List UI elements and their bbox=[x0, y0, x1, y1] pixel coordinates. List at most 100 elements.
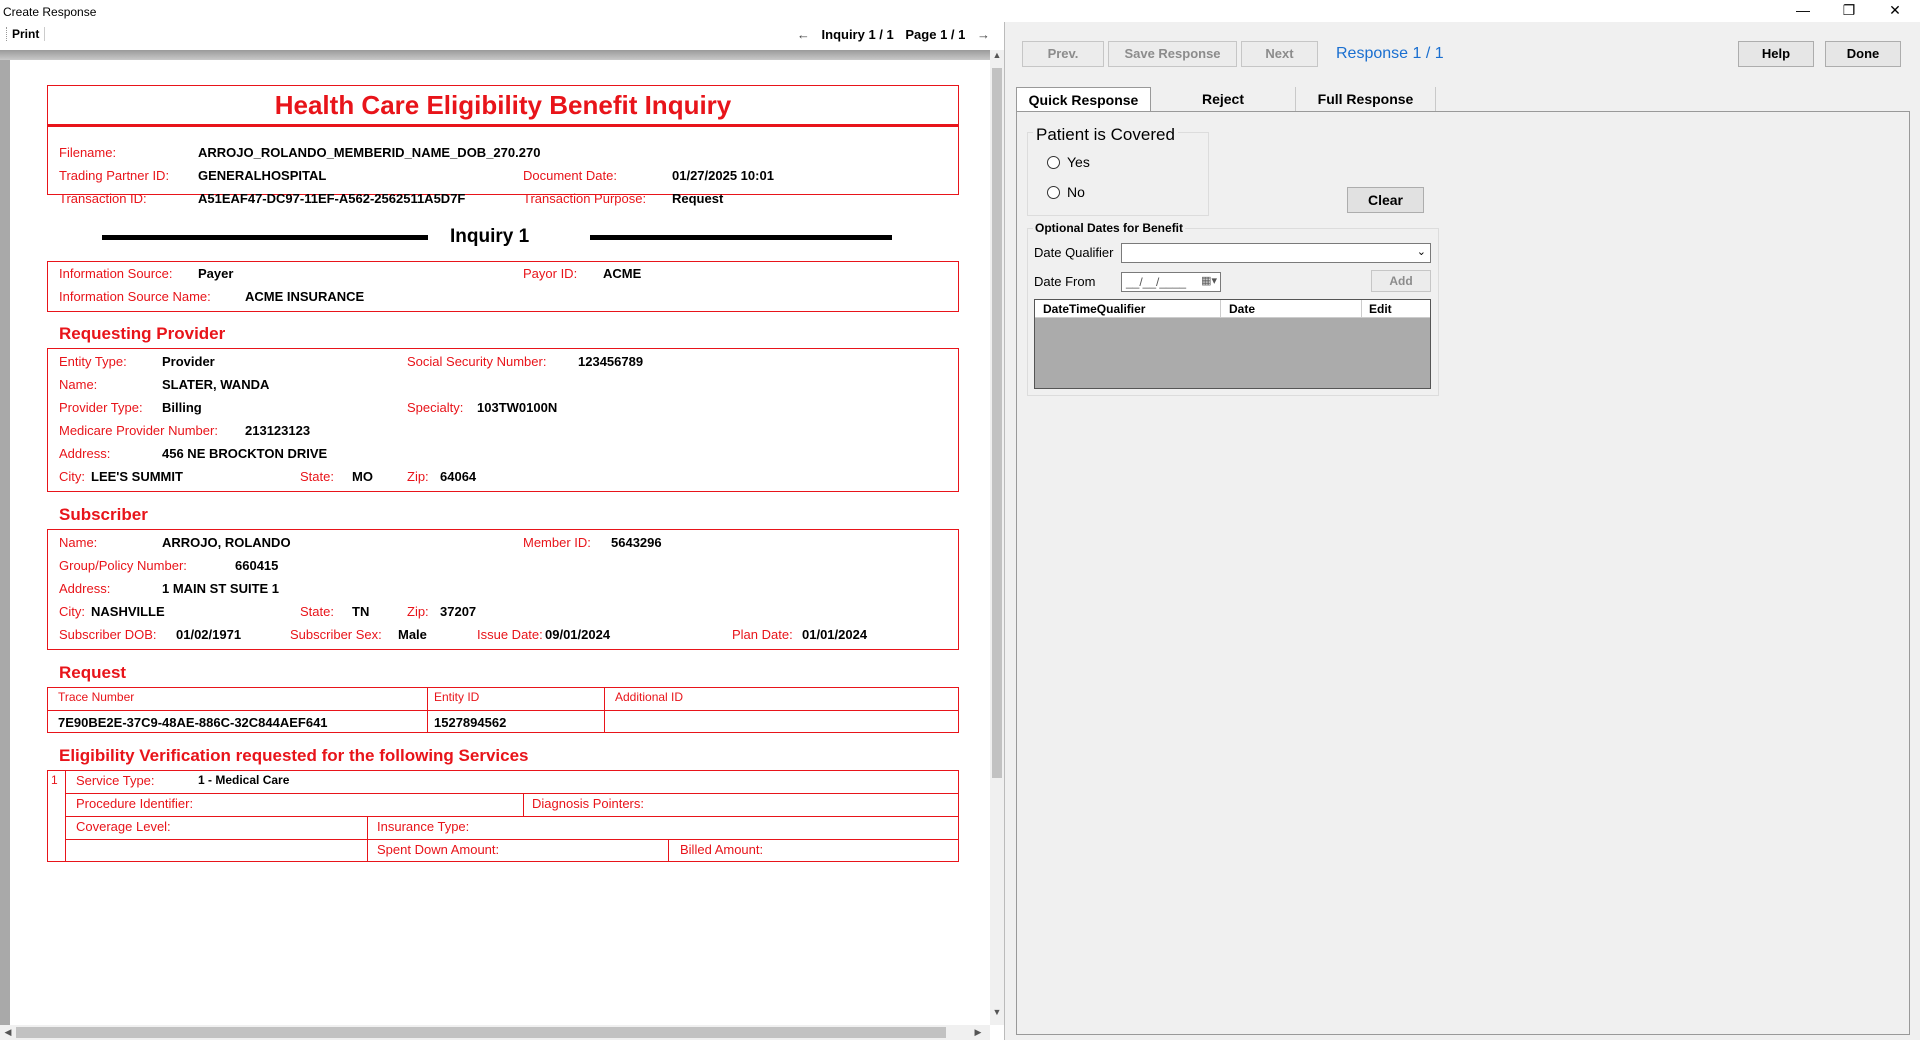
subscriber-name-label: Name: bbox=[59, 535, 98, 550]
provider-city-value: LEE'S SUMMIT bbox=[91, 469, 183, 484]
request-table-row-divider bbox=[47, 710, 959, 711]
services-heading: Eligibility Verification requested for t… bbox=[59, 746, 529, 765]
dates-grid: DateTimeQualifier Date Edit bbox=[1034, 299, 1431, 389]
requesting-provider-heading: Requesting Provider bbox=[59, 324, 226, 343]
transaction-id-value: A51EAF47-DC97-11EF-A562-2562511A5D7F bbox=[198, 191, 466, 206]
column-edit[interactable]: Edit bbox=[1369, 302, 1392, 316]
scroll-right-icon[interactable]: ▶ bbox=[970, 1025, 986, 1040]
provider-entity-type-label: Entity Type: bbox=[59, 354, 127, 369]
next-inquiry-arrow-icon[interactable]: → bbox=[977, 27, 990, 42]
no-radio-label[interactable]: No bbox=[1067, 184, 1085, 200]
title-underline bbox=[47, 124, 959, 127]
date-from-input[interactable]: __/__/____ ▦▾ bbox=[1121, 272, 1221, 292]
subscriber-zip-value: 37207 bbox=[440, 604, 477, 619]
calendar-dropdown-icon[interactable]: ▦▾ bbox=[1201, 274, 1217, 287]
information-source-name-value: ACME INSURANCE bbox=[245, 289, 365, 304]
provider-ssn-label: Social Security Number: bbox=[407, 354, 547, 369]
done-button[interactable]: Done bbox=[1825, 41, 1901, 67]
clear-button[interactable]: Clear bbox=[1347, 187, 1424, 213]
scroll-up-icon[interactable]: ▲ bbox=[990, 50, 1004, 66]
print-button[interactable]: Print bbox=[6, 27, 46, 41]
tab-quick-response[interactable]: Quick Response bbox=[1016, 87, 1151, 111]
service-row-number: 1 bbox=[51, 773, 58, 787]
provider-type-value: Billing bbox=[162, 400, 202, 415]
add-date-button[interactable]: Add bbox=[1371, 270, 1431, 292]
subscriber-city-value: NASHVILLE bbox=[91, 604, 165, 619]
services-col-divider-b bbox=[367, 816, 368, 862]
document-date-value: 01/27/2025 10:01 bbox=[672, 168, 774, 183]
services-row-divider-2 bbox=[65, 816, 959, 817]
report-vertical-scrollbar[interactable]: ▲ ▼ bbox=[990, 50, 1004, 1025]
response-counter: Response 1 / 1 bbox=[1336, 45, 1444, 62]
subscriber-address-label: Address: bbox=[59, 581, 111, 596]
additional-id-header: Additional ID bbox=[615, 690, 684, 704]
provider-zip-label: Zip: bbox=[407, 469, 429, 484]
help-button[interactable]: Help bbox=[1738, 41, 1814, 67]
save-response-button[interactable]: Save Response bbox=[1108, 41, 1237, 67]
requesting-provider-box bbox=[47, 348, 959, 492]
transaction-id-label: Transaction ID: bbox=[59, 191, 147, 206]
provider-city-label: City: bbox=[59, 469, 85, 484]
previous-inquiry-arrow-icon[interactable]: ← bbox=[797, 27, 810, 42]
date-qualifier-select[interactable]: ⌄ bbox=[1121, 243, 1431, 263]
report-title: Health Care Eligibility Benefit Inquiry bbox=[274, 90, 732, 120]
information-source-label: Information Source: bbox=[59, 266, 173, 281]
spent-down-amount-label: Spent Down Amount: bbox=[377, 842, 500, 857]
chevron-down-icon[interactable]: ⌄ bbox=[1417, 245, 1426, 258]
plan-date-label: Plan Date: bbox=[732, 627, 793, 642]
service-type-value: 1 - Medical Care bbox=[198, 773, 290, 787]
provider-state-value: MO bbox=[352, 469, 373, 484]
coverage-level-label: Coverage Level: bbox=[76, 819, 171, 834]
scroll-left-icon[interactable]: ◀ bbox=[0, 1025, 16, 1040]
subscriber-sex-label: Subscriber Sex: bbox=[290, 627, 382, 642]
date-qualifier-label: Date Qualifier bbox=[1034, 245, 1114, 260]
vertical-scroll-thumb[interactable] bbox=[992, 68, 1002, 778]
provider-specialty-label: Specialty: bbox=[407, 400, 464, 415]
inquiry-rule-left bbox=[102, 235, 428, 240]
prev-button[interactable]: Prev. bbox=[1022, 41, 1104, 67]
trace-number-value: 7E90BE2E-37C9-48AE-886C-32C844AEF641 bbox=[58, 715, 328, 730]
information-source-value: Payer bbox=[198, 266, 234, 281]
provider-address-value: 456 NE BROCKTON DRIVE bbox=[162, 446, 328, 461]
yes-radio[interactable] bbox=[1047, 156, 1060, 169]
trading-partner-value: GENERALHOSPITAL bbox=[198, 168, 327, 183]
filename-label: Filename: bbox=[59, 145, 117, 160]
close-icon[interactable]: ✕ bbox=[1872, 0, 1918, 22]
issue-date-label: Issue Date: bbox=[477, 627, 543, 642]
provider-address-label: Address: bbox=[59, 446, 111, 461]
report-toolbar: Print ← Inquiry 1 / 1 Page 1 / 1 → bbox=[0, 22, 1002, 48]
yes-radio-label[interactable]: Yes bbox=[1067, 154, 1090, 170]
tab-full-response[interactable]: Full Response bbox=[1296, 87, 1436, 111]
subscriber-dob-value: 01/02/1971 bbox=[176, 627, 242, 642]
document-date-label: Document Date: bbox=[523, 168, 617, 183]
insurance-type-label: Insurance Type: bbox=[377, 819, 470, 834]
horizontal-scroll-thumb[interactable] bbox=[16, 1027, 946, 1038]
column-datetime-qualifier[interactable]: DateTimeQualifier bbox=[1043, 302, 1145, 316]
report-horizontal-scrollbar[interactable]: ◀ ▶ bbox=[0, 1025, 990, 1040]
services-col-divider-a bbox=[523, 793, 524, 816]
services-col-divider-c bbox=[668, 839, 669, 862]
member-id-label: Member ID: bbox=[523, 535, 591, 550]
date-from-value: __/__/____ bbox=[1126, 275, 1187, 289]
grid-col-divider-2 bbox=[1361, 300, 1362, 318]
subscriber-state-label: State: bbox=[300, 604, 334, 619]
trading-partner-label: Trading Partner ID: bbox=[59, 168, 170, 183]
diagnosis-pointers-label: Diagnosis Pointers: bbox=[532, 796, 644, 811]
report-page: Health Care Eligibility Benefit Inquiry … bbox=[10, 60, 990, 1025]
inquiry-counter: Inquiry 1 / 1 bbox=[821, 27, 894, 42]
subscriber-state-value: TN bbox=[352, 604, 370, 619]
no-radio[interactable] bbox=[1047, 186, 1060, 199]
trace-number-header: Trace Number bbox=[58, 690, 135, 704]
tab-reject[interactable]: Reject bbox=[1151, 87, 1296, 111]
restore-icon[interactable]: ❐ bbox=[1826, 0, 1872, 22]
page-counter: Page 1 / 1 bbox=[905, 27, 966, 42]
next-button[interactable]: Next bbox=[1241, 41, 1318, 67]
title-bar: Create Response — ❐ ✕ bbox=[0, 0, 1920, 22]
scroll-down-icon[interactable]: ▼ bbox=[990, 1007, 1004, 1023]
subscriber-sex-value: Male bbox=[398, 627, 427, 642]
column-date[interactable]: Date bbox=[1229, 302, 1255, 316]
service-type-label: Service Type: bbox=[76, 773, 155, 788]
minimize-icon[interactable]: — bbox=[1780, 0, 1826, 22]
request-table-col-divider-1 bbox=[427, 687, 428, 733]
subscriber-city-label: City: bbox=[59, 604, 85, 619]
